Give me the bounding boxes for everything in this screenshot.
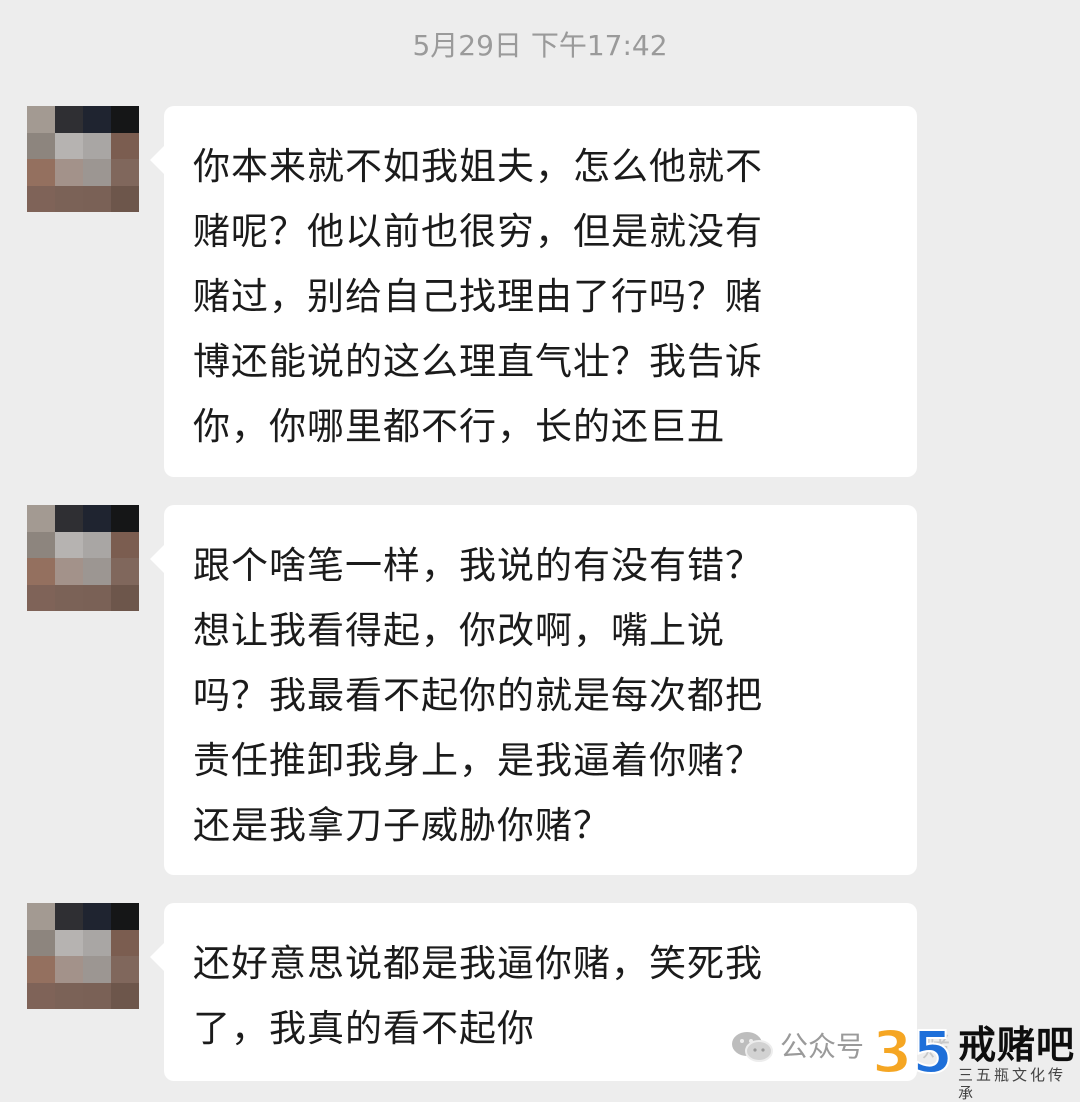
message-text-line: 博还能说的这么理直气壮？我告诉 — [193, 340, 763, 383]
message-text-line: 吗？我最看不起你的就是每次都把 — [193, 674, 763, 717]
avatar[interactable] — [27, 106, 139, 212]
avatar-pixel — [27, 584, 55, 611]
logo-digit: 3 — [872, 1020, 912, 1080]
avatar-pixel — [55, 106, 83, 133]
avatar-pixel — [111, 584, 139, 611]
avatar-pixel — [55, 132, 83, 159]
avatar-pixel — [55, 531, 83, 558]
avatar-pixel — [111, 903, 139, 930]
avatar-pixel — [83, 185, 111, 212]
avatar-pixel — [111, 956, 139, 983]
message-text-line: 你，你哪里都不行，长的还巨丑 — [193, 405, 725, 448]
avatar-pixel — [27, 558, 55, 585]
avatar-pixel — [55, 929, 83, 956]
wechat-icon — [732, 1032, 773, 1062]
avatar-pixel — [111, 982, 139, 1009]
watermark-brand: 戒赌吧 — [958, 1023, 1076, 1067]
avatar-pixel — [27, 903, 55, 930]
avatar-pixel — [27, 132, 55, 159]
message-text-line: 赌过，别给自己找理由了行吗？赌 — [193, 275, 763, 318]
avatar-pixel — [111, 558, 139, 585]
avatar-pixel — [111, 132, 139, 159]
avatar-pixel — [111, 159, 139, 186]
avatar-pixel — [55, 982, 83, 1009]
avatar-pixel — [27, 956, 55, 983]
avatar-pixel — [83, 159, 111, 186]
avatar-pixel — [55, 505, 83, 532]
message-bubble[interactable]: 你本来就不如我姐夫，怎么他就不 赌呢？他以前也很穷，但是就没有 赌过，别给自己找… — [150, 106, 917, 477]
avatar-pixel — [83, 956, 111, 983]
avatar-pixel — [55, 956, 83, 983]
watermark: 公众号 赌 35 戒赌吧 三五瓶文化传承 — [730, 1018, 1080, 1102]
avatar-pixel — [83, 929, 111, 956]
logo-digit: 5 — [912, 1020, 950, 1080]
avatar[interactable] — [27, 903, 139, 1009]
avatar-pixel — [111, 531, 139, 558]
avatar-pixel — [111, 185, 139, 212]
avatar-pixel — [83, 505, 111, 532]
avatar-pixel — [55, 584, 83, 611]
avatar-pixel — [83, 903, 111, 930]
avatar-pixel — [111, 106, 139, 133]
message-text-line: 还好意思说都是我逼你赌，笑死我 — [193, 942, 763, 985]
avatar-pixel — [27, 185, 55, 212]
message-text-line: 你本来就不如我姐夫，怎么他就不 — [193, 145, 763, 188]
avatar-pixel — [111, 505, 139, 532]
watermark-subtitle: 三五瓶文化传承 — [958, 1066, 1067, 1102]
avatar-pixel — [55, 185, 83, 212]
message-text-line: 还是我拿刀子威胁你赌？ — [193, 804, 611, 847]
avatar-pixel — [83, 558, 111, 585]
avatar[interactable] — [27, 505, 139, 611]
avatar-pixel — [27, 159, 55, 186]
avatar-pixel — [27, 505, 55, 532]
watermark-label: 公众号 — [780, 1030, 865, 1063]
avatar-pixel — [83, 106, 111, 133]
avatar-pixel — [83, 982, 111, 1009]
avatar-pixel — [55, 159, 83, 186]
svg-text:35: 35 — [872, 1020, 950, 1080]
message-text-line: 赌呢？他以前也很穷，但是就没有 — [193, 210, 763, 253]
avatar-pixel — [83, 584, 111, 611]
avatar-pixel — [83, 132, 111, 159]
avatar-pixel — [27, 982, 55, 1009]
message-timestamp: 5月29日 下午17:42 — [412, 29, 668, 62]
logo-35-icon: 35 — [871, 1020, 950, 1080]
avatar-pixel — [55, 903, 83, 930]
avatar-pixel — [111, 929, 139, 956]
avatar-pixel — [27, 106, 55, 133]
avatar-pixel — [55, 558, 83, 585]
avatar-pixel — [27, 929, 55, 956]
message-text-line: 跟个啥笔一样，我说的有没有错？ — [193, 544, 763, 587]
avatar-pixel — [83, 531, 111, 558]
avatar-pixel — [27, 531, 55, 558]
message-text-line: 想让我看得起，你改啊，嘴上说 — [193, 609, 725, 652]
message-bubble[interactable]: 跟个啥笔一样，我说的有没有错？ 想让我看得起，你改啊，嘴上说 吗？我最看不起你的… — [150, 505, 917, 875]
message-text-line: 责任推卸我身上，是我逼着你赌？ — [193, 739, 763, 782]
